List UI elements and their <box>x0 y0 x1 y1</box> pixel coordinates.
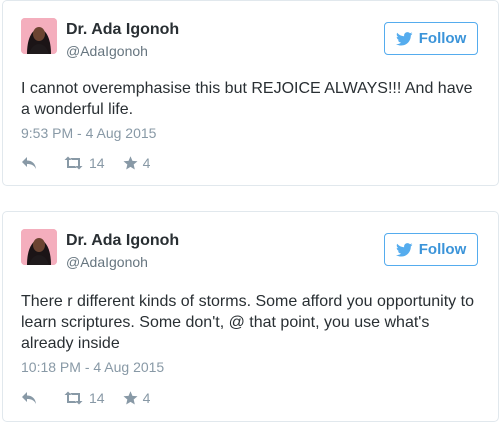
retweet-icon <box>64 156 83 170</box>
avatar[interactable] <box>21 229 57 265</box>
like-count: 4 <box>142 390 151 406</box>
retweet-count: 14 <box>89 155 105 171</box>
star-icon <box>123 391 138 405</box>
author-handle[interactable]: @AdaIgonoh <box>66 254 148 270</box>
star-icon <box>123 156 138 170</box>
bird-icon <box>395 242 413 257</box>
avatar[interactable] <box>21 18 57 54</box>
author-handle[interactable]: @AdaIgonoh <box>66 43 148 59</box>
author-name[interactable]: Dr. Ada Igonoh <box>66 21 179 39</box>
retweet-button[interactable]: 14 <box>63 390 105 406</box>
reply-icon <box>22 392 36 404</box>
avatar-photo-icon <box>21 18 57 54</box>
like-count: 4 <box>142 155 151 171</box>
retweet-button[interactable]: 14 <box>63 155 105 171</box>
tweet-timestamp[interactable]: 9:53 PM - 4 Aug 2015 <box>21 125 156 141</box>
follow-button-label: Follow <box>418 241 467 258</box>
tweet-text: There r different kinds of storms. Some … <box>21 293 474 352</box>
reply-icon <box>22 157 36 169</box>
retweet-count: 14 <box>89 390 105 406</box>
follow-button-label: Follow <box>418 30 467 47</box>
reply-button[interactable] <box>21 156 37 170</box>
tweet-text: I cannot overemphasise this but REJOICE … <box>21 80 473 118</box>
bird-icon <box>395 31 413 46</box>
retweet-icon <box>64 391 83 405</box>
follow-button[interactable]: Follow <box>384 22 478 55</box>
tweet-actions: 14 4 <box>21 388 150 408</box>
tweet-card: Dr. Ada Igonoh @AdaIgonoh Follow There r… <box>2 211 499 422</box>
tweet-actions: 14 4 <box>21 153 150 173</box>
follow-button[interactable]: Follow <box>384 233 478 266</box>
like-button[interactable]: 4 <box>123 155 151 171</box>
like-button[interactable]: 4 <box>123 390 151 406</box>
reply-button[interactable] <box>21 391 37 405</box>
avatar-photo-icon <box>21 229 57 265</box>
tweet-timestamp[interactable]: 10:18 PM - 4 Aug 2015 <box>21 359 164 375</box>
tweet-card: Dr. Ada Igonoh @AdaIgonoh Follow I canno… <box>2 0 499 186</box>
author-name[interactable]: Dr. Ada Igonoh <box>66 232 179 250</box>
